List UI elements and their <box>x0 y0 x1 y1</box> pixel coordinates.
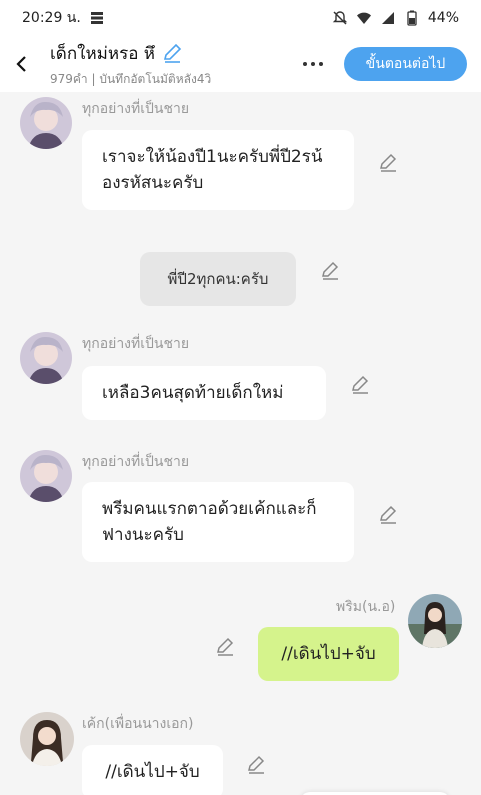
signal-icon <box>381 12 394 24</box>
dot-icon <box>319 62 323 66</box>
avatar[interactable] <box>20 332 72 384</box>
back-button[interactable] <box>2 36 42 92</box>
character-avatar-icon <box>20 97 72 149</box>
message-bubble[interactable]: พรีมคนแรกตาอด้วยเค้กและก็ฟางนะครับ <box>82 482 354 562</box>
more-options-button[interactable] <box>296 50 330 78</box>
character-name: ทุกอย่างที่เป็นชาย <box>82 454 190 470</box>
battery-icon <box>407 10 417 26</box>
edit-message-icon[interactable] <box>319 260 341 282</box>
character-name: เค้ก(เพื่อนนางเอก) <box>82 716 194 732</box>
edit-message-icon[interactable] <box>377 504 399 526</box>
page-title: เด็กใหม่หรอ หึ <box>50 43 156 64</box>
storage-icon <box>90 12 103 24</box>
chat-header: เด็กใหม่หรอ หึ 979คำ | บันทึกอัตโนมัติหล… <box>0 36 481 92</box>
chevron-left-icon <box>16 56 26 72</box>
mute-icon <box>332 11 348 25</box>
chat-area[interactable]: ทุกอย่างที่เป็นชาย เราจะให้น้องปี1นะครับ… <box>0 92 481 795</box>
character-avatar-icon <box>20 712 74 766</box>
dot-icon <box>303 62 307 66</box>
message-bubble[interactable]: เหลือ3คนสุดท้ายเด็กใหม่ <box>82 366 326 420</box>
character-name: ทุกอย่างที่เป็นชาย <box>82 336 190 352</box>
word-count-autosave: 979คำ | บันทึกอัตโนมัติหลัง4วิ <box>50 71 212 86</box>
narration-bubble[interactable]: พี่ปี2ทุกคน:ครับ <box>140 252 296 306</box>
battery-level: 44% <box>427 10 459 26</box>
title-block: เด็กใหม่หรอ หึ 979คำ | บันทึกอัตโนมัติหล… <box>50 40 280 89</box>
edit-message-icon[interactable] <box>245 754 267 776</box>
self-message-bubble[interactable]: //เดินไป+จับ <box>258 627 399 681</box>
edit-message-icon[interactable] <box>377 152 399 174</box>
message-bubble[interactable]: เราจะให้น้องปี1นะครับพี่ปี2รน้องรหัสนะคร… <box>82 130 354 210</box>
message-bubble[interactable]: //เดินไป+จับ <box>82 745 223 795</box>
edit-message-icon[interactable] <box>214 636 236 658</box>
status-time: 20:29 น. <box>22 10 81 26</box>
avatar[interactable] <box>20 712 74 766</box>
status-bar: 20:29 น. 44% <box>0 0 481 36</box>
avatar[interactable] <box>20 97 72 149</box>
edit-message-icon[interactable] <box>349 374 371 396</box>
avatar[interactable] <box>20 450 72 502</box>
next-step-button[interactable]: ขั้นตอนต่อไป <box>344 47 467 81</box>
character-avatar-icon <box>20 332 72 384</box>
character-avatar-icon <box>20 450 72 502</box>
user-avatar-icon <box>408 594 462 648</box>
self-avatar[interactable] <box>408 594 462 648</box>
dot-icon <box>311 62 315 66</box>
edit-title-icon[interactable] <box>161 42 183 64</box>
wifi-icon <box>356 12 371 24</box>
self-name: พริม(น.อ) <box>336 599 396 615</box>
character-name: ทุกอย่างที่เป็นชาย <box>82 101 190 117</box>
